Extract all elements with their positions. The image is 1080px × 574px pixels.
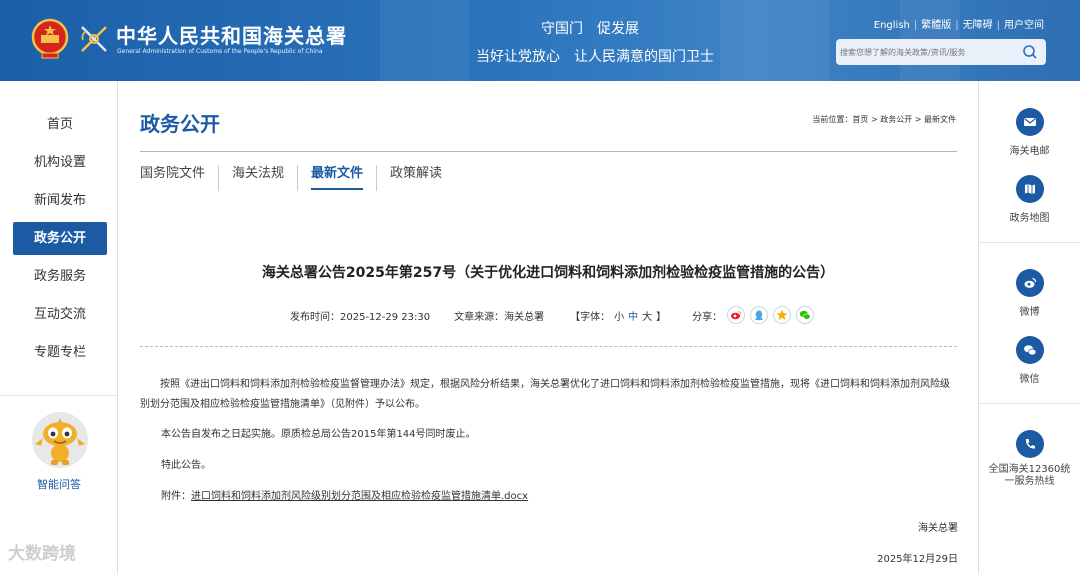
top-links: English | 繁體版 | 无障碍 | 用户空间 — [874, 16, 1044, 31]
breadcrumb[interactable]: 当前位置：首页 > 政务公开 > 最新文件 — [812, 114, 956, 125]
weibo-icon — [1015, 269, 1044, 297]
right-rail-label: 海关电邮 — [1009, 146, 1050, 157]
article-signature: 海关总署 — [918, 523, 958, 534]
tab-customs-regulations[interactable]: 海关法规 — [218, 165, 297, 191]
font-medium-button[interactable]: 中 — [628, 312, 638, 323]
section-title: 政务公开 — [140, 112, 220, 136]
nav-item-news[interactable]: 新闻发布 — [13, 184, 107, 217]
right-rail-label: 微博 — [1019, 307, 1040, 318]
link-user-space[interactable]: 用户空间 — [1004, 20, 1044, 31]
smart-qa-label[interactable]: 智能问答 — [0, 476, 118, 492]
font-size-control: 【字体：小中大】 — [568, 308, 668, 323]
article-paragraph: 按照《进出口饲料和饲料添加剂检验检疫监督管理办法》规定，根据风险分析结果，海关总… — [140, 379, 950, 410]
watermark: 大数跨境 — [8, 544, 76, 564]
tab-label: 政策解读 — [390, 166, 443, 181]
slogan-line2: 当好让党放心 让人民满意的国门卫士 — [476, 49, 714, 65]
font-small-button[interactable]: 小 — [614, 312, 624, 323]
nav-divider — [0, 395, 117, 396]
share-qzone-icon[interactable] — [773, 306, 792, 324]
tab-latest-documents[interactable]: 最新文件 — [297, 165, 376, 191]
article-date: 2025年12月29日 — [877, 554, 958, 565]
tab-policy-interpretation[interactable]: 政策解读 — [376, 165, 455, 191]
share-label: 分享： — [692, 311, 723, 323]
map-icon — [1015, 175, 1044, 203]
meta-divider — [140, 346, 957, 347]
tab-label: 国务院文件 — [140, 166, 206, 181]
nav-item-interaction[interactable]: 互动交流 — [13, 298, 107, 331]
link-traditional[interactable]: 繁體版 — [921, 20, 951, 31]
link-accessibility[interactable]: 无障碍 — [963, 20, 993, 31]
search-box — [836, 39, 1046, 65]
org-name-cn[interactable]: 中华人民共和国海关总署 — [116, 20, 347, 49]
right-rail-label: 全国海关12360统一服务热线 — [988, 464, 1071, 487]
wechat-icon — [1015, 336, 1044, 364]
article-meta: 发布时间：2025-12-29 23:30 文章来源：海关总署 【字体：小中大】… — [290, 306, 815, 324]
font-large-button[interactable]: 大 — [642, 312, 652, 323]
right-rail-label: 政务地图 — [1009, 213, 1050, 224]
publish-time: 发布时间：2025-12-29 23:30 — [290, 311, 431, 323]
separator: | — [996, 20, 1000, 31]
attachment-label: 附件： — [161, 491, 191, 502]
right-rail-weibo[interactable]: 微博 — [979, 269, 1080, 318]
right-rail-divider-line — [979, 403, 1080, 404]
nav-item-organization[interactable]: 机构设置 — [13, 146, 107, 179]
share-weibo-icon[interactable] — [727, 306, 746, 324]
org-name-en: General Administration of Customs of the… — [117, 48, 323, 55]
font-label: 【字体： — [570, 311, 611, 323]
header-decoration — [720, 0, 830, 81]
category-tabs: 国务院文件 海关法规 最新文件 政策解读 — [140, 165, 455, 191]
tab-label: 海关法规 — [232, 166, 285, 181]
link-english[interactable]: English — [874, 20, 910, 31]
article-title: 海关总署公告2025年第257号（关于优化进口饲料和饲料添加剂检验检疫监管措施的… — [261, 265, 835, 281]
separator: | — [955, 20, 959, 31]
tab-state-council-docs[interactable]: 国务院文件 — [140, 165, 218, 191]
right-rail-hotline[interactable]: 全国海关12360统一服务热线 — [979, 430, 1080, 488]
font-close: 】 — [656, 311, 667, 323]
tab-label: 最新文件 — [311, 166, 364, 181]
national-emblem-icon — [31, 18, 69, 59]
site-header: 中华人民共和国海关总署 General Administration of Cu… — [0, 0, 1080, 81]
share-wechat-icon[interactable] — [796, 306, 815, 324]
nav-item-home[interactable]: 首页 — [13, 108, 107, 141]
left-nav-divider — [117, 81, 118, 574]
phone-icon — [1015, 430, 1044, 458]
mail-icon — [1015, 108, 1044, 136]
share-qq-icon[interactable] — [750, 306, 769, 324]
right-rail-label: 微信 — [1019, 374, 1040, 385]
header-decoration — [380, 0, 470, 81]
mascot-icon[interactable] — [31, 410, 89, 470]
right-rail-customs-email[interactable]: 海关电邮 — [979, 108, 1080, 157]
active-tab-underline — [311, 188, 364, 190]
separator: | — [913, 20, 918, 31]
search-icon[interactable] — [1022, 44, 1038, 60]
article-paragraph: 特此公告。 — [161, 460, 211, 471]
attachment-line: 附件：进口饲料和饲料添加剂风险级别划分范围及相应检验检疫监管措施清单.docx — [161, 487, 978, 507]
slogan-line1: 守国门 促发展 — [541, 21, 639, 37]
nav-item-services[interactable]: 政务服务 — [13, 260, 107, 293]
right-rail-gov-map[interactable]: 政务地图 — [979, 175, 1080, 224]
nav-item-government-affairs[interactable]: 政务公开 — [13, 222, 107, 255]
right-rail-wechat[interactable]: 微信 — [979, 336, 1080, 385]
title-divider — [140, 151, 957, 152]
right-rail-divider-line — [979, 242, 1080, 243]
nav-item-special-topics[interactable]: 专题专栏 — [13, 336, 107, 369]
search-input[interactable] — [840, 42, 1015, 62]
customs-logo-icon — [81, 26, 107, 52]
article-source: 文章来源：海关总署 — [454, 311, 545, 323]
article-paragraph: 本公告自发布之日起实施。原质检总局公告2015年第144号同时废止。 — [161, 429, 476, 440]
attachment-link[interactable]: 进口饲料和饲料添加剂风险级别划分范围及相应检验检疫监管措施清单.docx — [191, 491, 528, 502]
